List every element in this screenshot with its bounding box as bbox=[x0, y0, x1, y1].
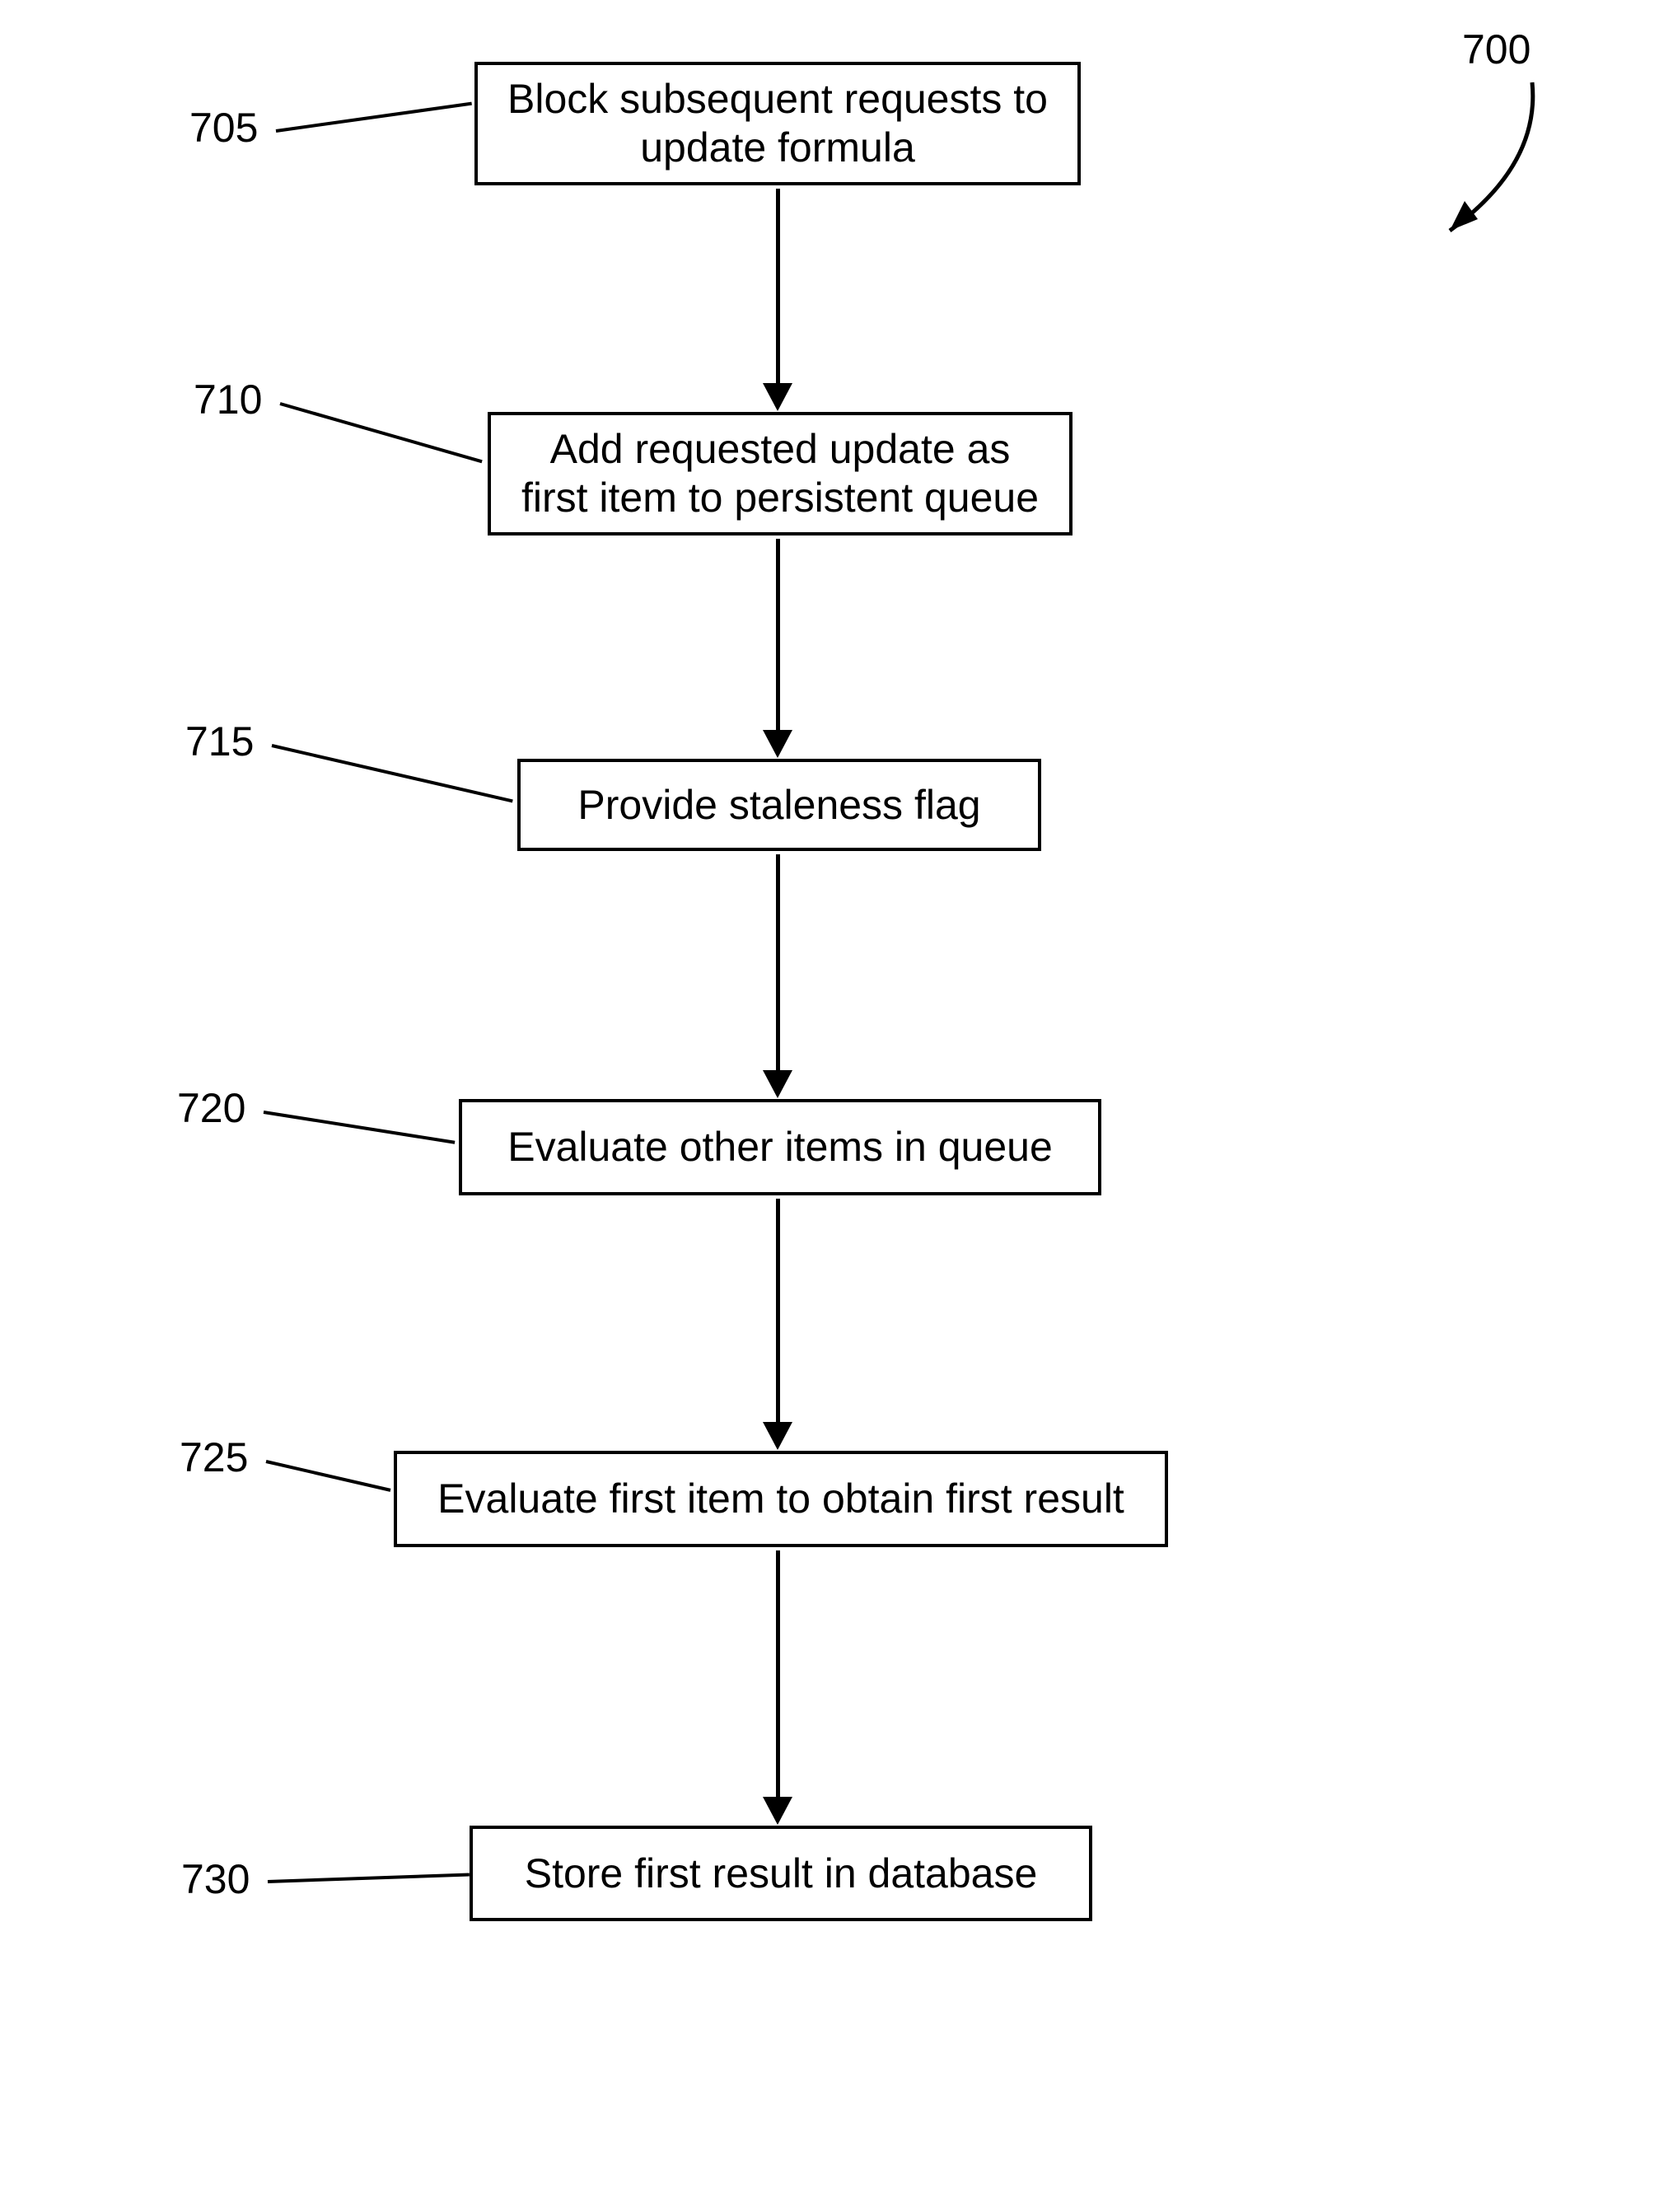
step-text: Store first result in database bbox=[525, 1850, 1038, 1898]
step-id-715: 715 bbox=[185, 721, 254, 762]
leader-line-725 bbox=[266, 1460, 391, 1492]
leader-line-720 bbox=[264, 1111, 456, 1144]
step-id-710: 710 bbox=[194, 379, 262, 420]
step-text: Evaluate first item to obtain first resu… bbox=[437, 1475, 1124, 1523]
leader-line-715 bbox=[272, 744, 513, 802]
flow-arrow-head-icon bbox=[763, 730, 792, 758]
flow-arrow-shaft bbox=[776, 1199, 780, 1425]
leader-line-705 bbox=[276, 102, 472, 133]
flow-arrow-shaft bbox=[776, 539, 780, 733]
step-text: Add requested update as first item to pe… bbox=[521, 425, 1039, 522]
step-box-730: Store first result in database bbox=[470, 1826, 1092, 1921]
figure-pointer-arc-icon bbox=[1417, 74, 1557, 264]
flow-arrow-shaft bbox=[776, 854, 780, 1073]
step-box-720: Evaluate other items in queue bbox=[459, 1099, 1101, 1195]
step-box-725: Evaluate first item to obtain first resu… bbox=[394, 1451, 1168, 1547]
flow-arrow-head-icon bbox=[763, 1422, 792, 1450]
flow-arrow-head-icon bbox=[763, 1070, 792, 1098]
leader-line-710 bbox=[279, 402, 482, 463]
figure-label: 700 bbox=[1462, 29, 1530, 70]
step-box-705: Block subsequent requests to update form… bbox=[474, 62, 1081, 185]
step-id-730: 730 bbox=[181, 1859, 250, 1900]
leader-line-730 bbox=[268, 1873, 470, 1883]
flow-arrow-shaft bbox=[776, 1550, 780, 1800]
step-id-720: 720 bbox=[177, 1087, 245, 1129]
flow-arrow-head-icon bbox=[763, 1797, 792, 1825]
step-text: Block subsequent requests to update form… bbox=[507, 75, 1048, 172]
step-id-725: 725 bbox=[180, 1437, 248, 1478]
step-text: Provide staleness flag bbox=[577, 781, 980, 830]
step-text: Evaluate other items in queue bbox=[507, 1123, 1053, 1171]
step-id-705: 705 bbox=[189, 107, 258, 148]
flow-arrow-head-icon bbox=[763, 383, 792, 411]
flow-arrow-shaft bbox=[776, 189, 780, 386]
step-box-710: Add requested update as first item to pe… bbox=[488, 412, 1073, 535]
step-box-715: Provide staleness flag bbox=[517, 759, 1041, 851]
flowchart-canvas: 700 Block subsequent requests to update … bbox=[0, 0, 1659, 2212]
